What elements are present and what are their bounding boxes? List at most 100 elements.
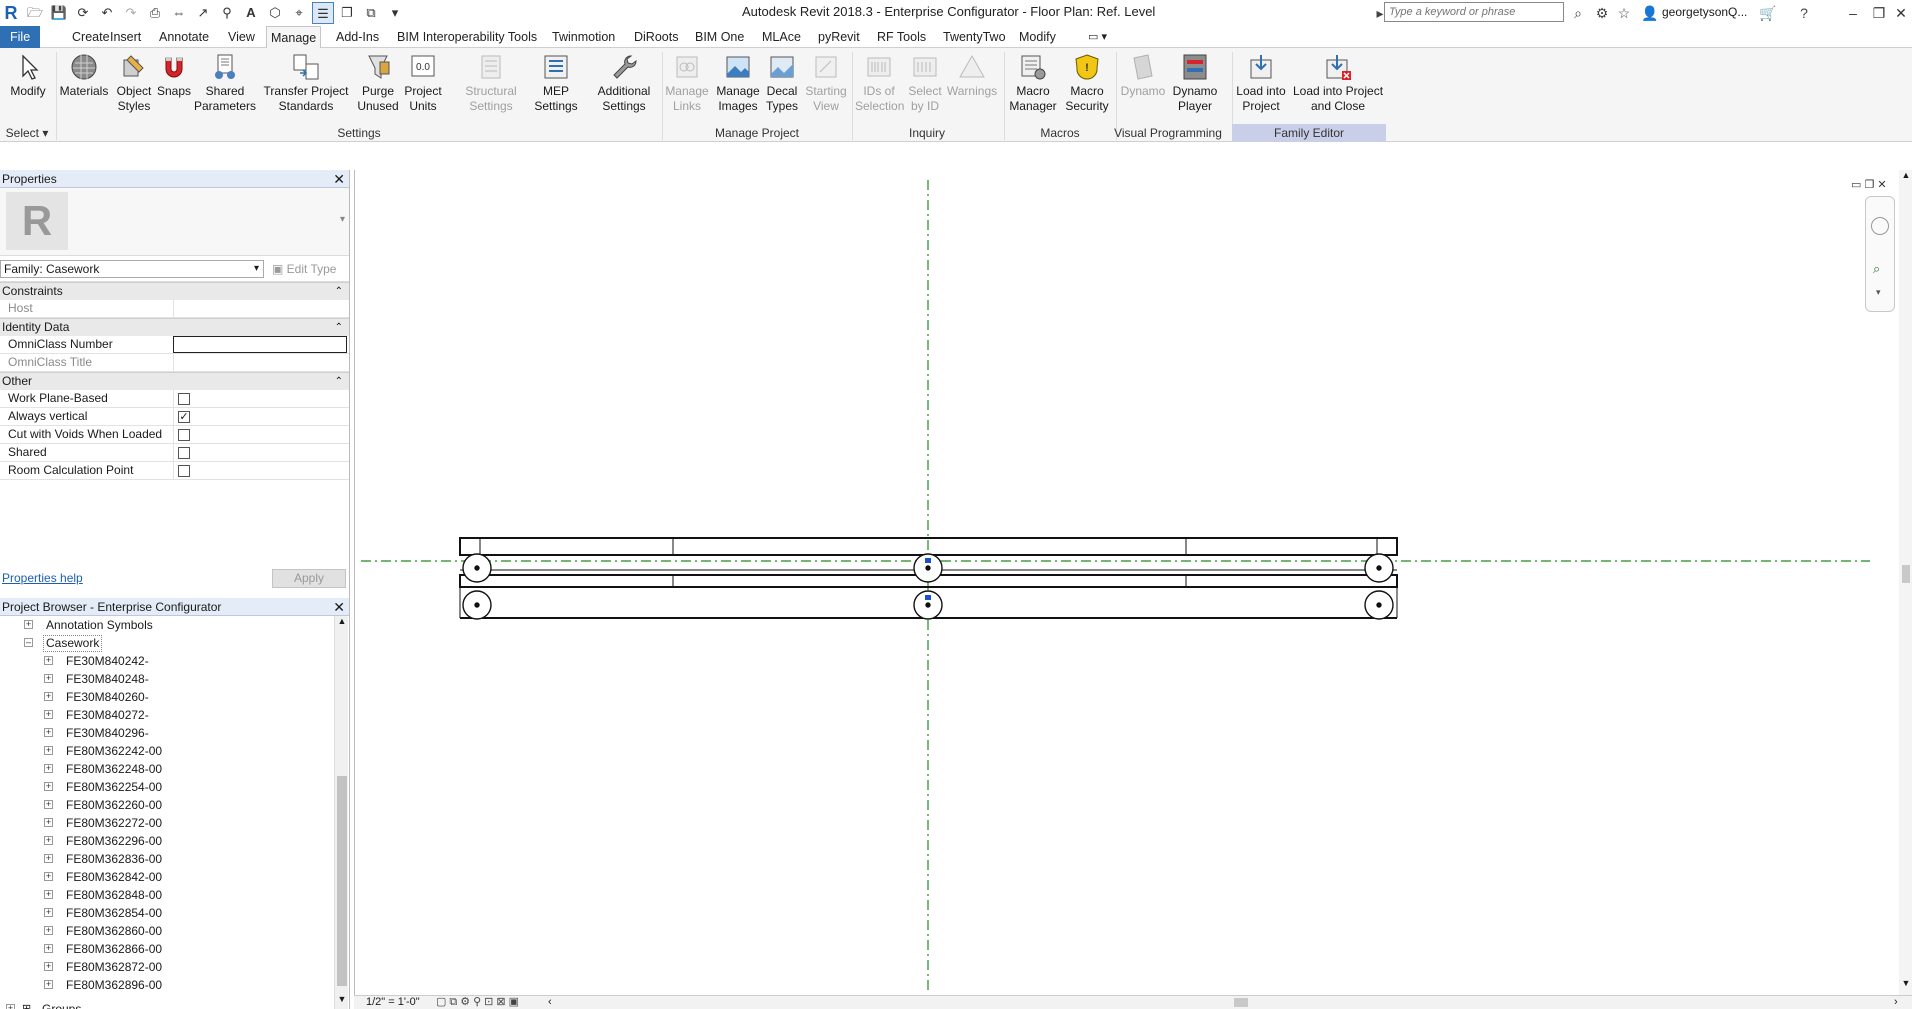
expand-icon[interactable]: + — [44, 710, 53, 719]
tab-diroots[interactable]: DiRoots — [630, 26, 682, 48]
section-icon[interactable]: ⌖ — [288, 2, 310, 24]
zoom-icon[interactable]: ⌕ — [1873, 261, 1880, 277]
expand-icon[interactable]: + — [6, 1004, 15, 1009]
minimize-view-icon[interactable]: ▭ — [1851, 179, 1861, 191]
redo-icon[interactable]: ↷ — [120, 2, 142, 24]
3d-view-icon[interactable]: ⬡ — [264, 2, 286, 24]
expand-icon[interactable]: + — [44, 746, 53, 755]
project-units-button[interactable]: 0.0 Project Units — [402, 52, 444, 114]
viewport-vertical-scrollbar[interactable]: ▲ ▼ — [1899, 170, 1912, 995]
tab-rf-tools[interactable]: RF Tools — [873, 26, 930, 48]
manage-links-button[interactable]: Manage Links — [664, 52, 710, 114]
expand-icon[interactable]: + — [44, 854, 53, 863]
tab-twinmotion[interactable]: Twinmotion — [548, 26, 619, 48]
type-dropdown-arrow-icon[interactable]: ▾ — [340, 214, 345, 225]
expand-icon[interactable]: + — [44, 782, 53, 791]
vertical-scroll-thumb[interactable] — [1902, 565, 1910, 583]
thin-lines-icon[interactable]: ☰ — [312, 2, 334, 24]
decal-types-button[interactable]: Decal Types — [764, 52, 800, 114]
select-by-id-button[interactable]: Select by ID — [906, 52, 944, 114]
load-into-project-button[interactable]: Load into Project — [1232, 52, 1290, 114]
properties-help-link[interactable]: Properties help — [2, 571, 83, 585]
tab-annotate[interactable]: Annotate — [155, 26, 213, 48]
apply-button[interactable]: Apply — [272, 569, 346, 588]
browser-scroll-thumb[interactable] — [337, 776, 347, 986]
room-calc-point-checkbox[interactable] — [178, 465, 190, 477]
family-editor-panel-label[interactable]: Family Editor — [1232, 124, 1386, 142]
scroll-left-icon[interactable]: ‹ — [548, 996, 552, 1009]
expand-icon[interactable]: + — [44, 800, 53, 809]
dynamo-button[interactable]: Dynamo — [1118, 52, 1168, 99]
collapse-icon[interactable]: ⌃ — [335, 319, 343, 336]
drawing-area[interactable]: ▭ ❐ ✕ ⌕ ▾ ▲ ▼ — [354, 170, 1912, 995]
category-identity-data[interactable]: Identity Data ⌃ — [0, 318, 349, 336]
expand-icon[interactable]: + — [44, 674, 53, 683]
tag-icon[interactable]: ⚲ — [216, 2, 238, 24]
visual-programming-panel-label[interactable]: Visual Programming — [1114, 124, 1222, 142]
search-input[interactable] — [1384, 2, 1564, 22]
manage-images-button[interactable]: Manage Images — [714, 52, 762, 114]
mep-settings-button[interactable]: MEP Settings — [528, 52, 584, 114]
tab-pyrevit[interactable]: pyRevit — [814, 26, 864, 48]
collapse-icon[interactable]: ⌃ — [335, 373, 343, 390]
dynamo-player-button[interactable]: Dynamo Player — [1170, 52, 1220, 114]
favorites-star-icon[interactable]: ☆ — [1614, 3, 1634, 23]
materials-button[interactable]: Materials — [58, 52, 110, 99]
omniclass-number-field[interactable] — [173, 336, 347, 353]
undo-icon[interactable]: ↶ — [96, 2, 118, 24]
expand-icon[interactable]: + — [24, 620, 33, 629]
tab-bim-interoperability[interactable]: BIM Interoperability Tools — [393, 26, 541, 48]
expand-icon[interactable]: + — [44, 944, 53, 953]
collapse-icon[interactable]: – — [24, 638, 33, 647]
close-icon[interactable]: ✕ — [333, 598, 345, 616]
object-styles-button[interactable]: Object Styles — [112, 52, 156, 114]
scroll-up-icon[interactable]: ▲ — [335, 616, 349, 626]
switch-windows-icon[interactable]: ⧉ — [360, 2, 382, 24]
category-constraints[interactable]: Constraints ⌃ — [0, 282, 349, 300]
macro-manager-button[interactable]: Macro Manager — [1006, 52, 1060, 114]
user-name[interactable]: georgetysonQ... — [1662, 5, 1747, 19]
manage-project-panel-label[interactable]: Manage Project — [664, 124, 850, 142]
view-scale[interactable]: 1/2" = 1'-0" — [366, 996, 420, 1009]
cut-with-voids-checkbox[interactable] — [178, 429, 190, 441]
expand-icon[interactable]: + — [44, 818, 53, 827]
tab-manage[interactable]: Manage — [266, 26, 322, 48]
expand-icon[interactable]: + — [44, 728, 53, 737]
starting-view-button[interactable]: Starting View — [802, 52, 850, 114]
ids-of-selection-button[interactable]: IDs of Selection — [854, 52, 904, 114]
expand-icon[interactable]: + — [44, 692, 53, 701]
transfer-project-standards-button[interactable]: Transfer Project Standards — [258, 52, 354, 114]
subscription-icon[interactable]: ⚙ — [1592, 3, 1612, 23]
open-icon[interactable]: 🗁 — [24, 2, 46, 24]
close-hidden-icon[interactable]: ❐ — [336, 2, 358, 24]
ribbon-options-icon[interactable]: ▭ ▾ — [1084, 26, 1111, 48]
app-logo[interactable]: R — [0, 2, 22, 24]
view-control-icons[interactable]: ▢⧉⚙⚲⊡⊠▣ — [436, 996, 522, 1009]
save-icon[interactable]: 💾 — [48, 2, 70, 24]
scroll-down-icon[interactable]: ▼ — [335, 994, 349, 1004]
category-other[interactable]: Other ⌃ — [0, 372, 349, 390]
expand-icon[interactable]: + — [44, 872, 53, 881]
tab-insert[interactable]: Insert — [106, 26, 145, 48]
tab-file[interactable]: File — [0, 26, 41, 48]
scroll-up-icon[interactable]: ▲ — [1899, 170, 1912, 180]
cart-icon[interactable]: 🛒 — [1758, 3, 1778, 23]
expand-icon[interactable]: + — [44, 980, 53, 989]
macros-panel-label[interactable]: Macros — [1006, 124, 1114, 142]
structural-settings-button[interactable]: Structural Settings — [458, 52, 524, 114]
family-selector[interactable]: Family: Casework ▾ — [0, 260, 264, 278]
macro-security-button[interactable]: ! Macro Security — [1062, 52, 1112, 114]
close-view-icon[interactable]: ✕ — [1877, 179, 1886, 191]
expand-icon[interactable]: + — [44, 890, 53, 899]
minimize-icon[interactable]: – — [1840, 2, 1866, 24]
expand-icon[interactable]: + — [44, 656, 53, 665]
horizontal-scroll-thumb[interactable] — [1234, 998, 1248, 1007]
expand-icon[interactable]: + — [44, 962, 53, 971]
user-icon[interactable]: 👤 — [1640, 3, 1660, 23]
steering-wheel-icon[interactable] — [1871, 217, 1889, 235]
dimension-icon[interactable]: ↗ — [192, 2, 214, 24]
close-window-icon[interactable]: ✕ — [1888, 2, 1912, 24]
sync-icon[interactable]: ⟳ — [72, 2, 94, 24]
floor-plan-canvas[interactable] — [355, 170, 1912, 995]
browser-scrollbar[interactable]: ▲ ▼ — [334, 616, 348, 1009]
